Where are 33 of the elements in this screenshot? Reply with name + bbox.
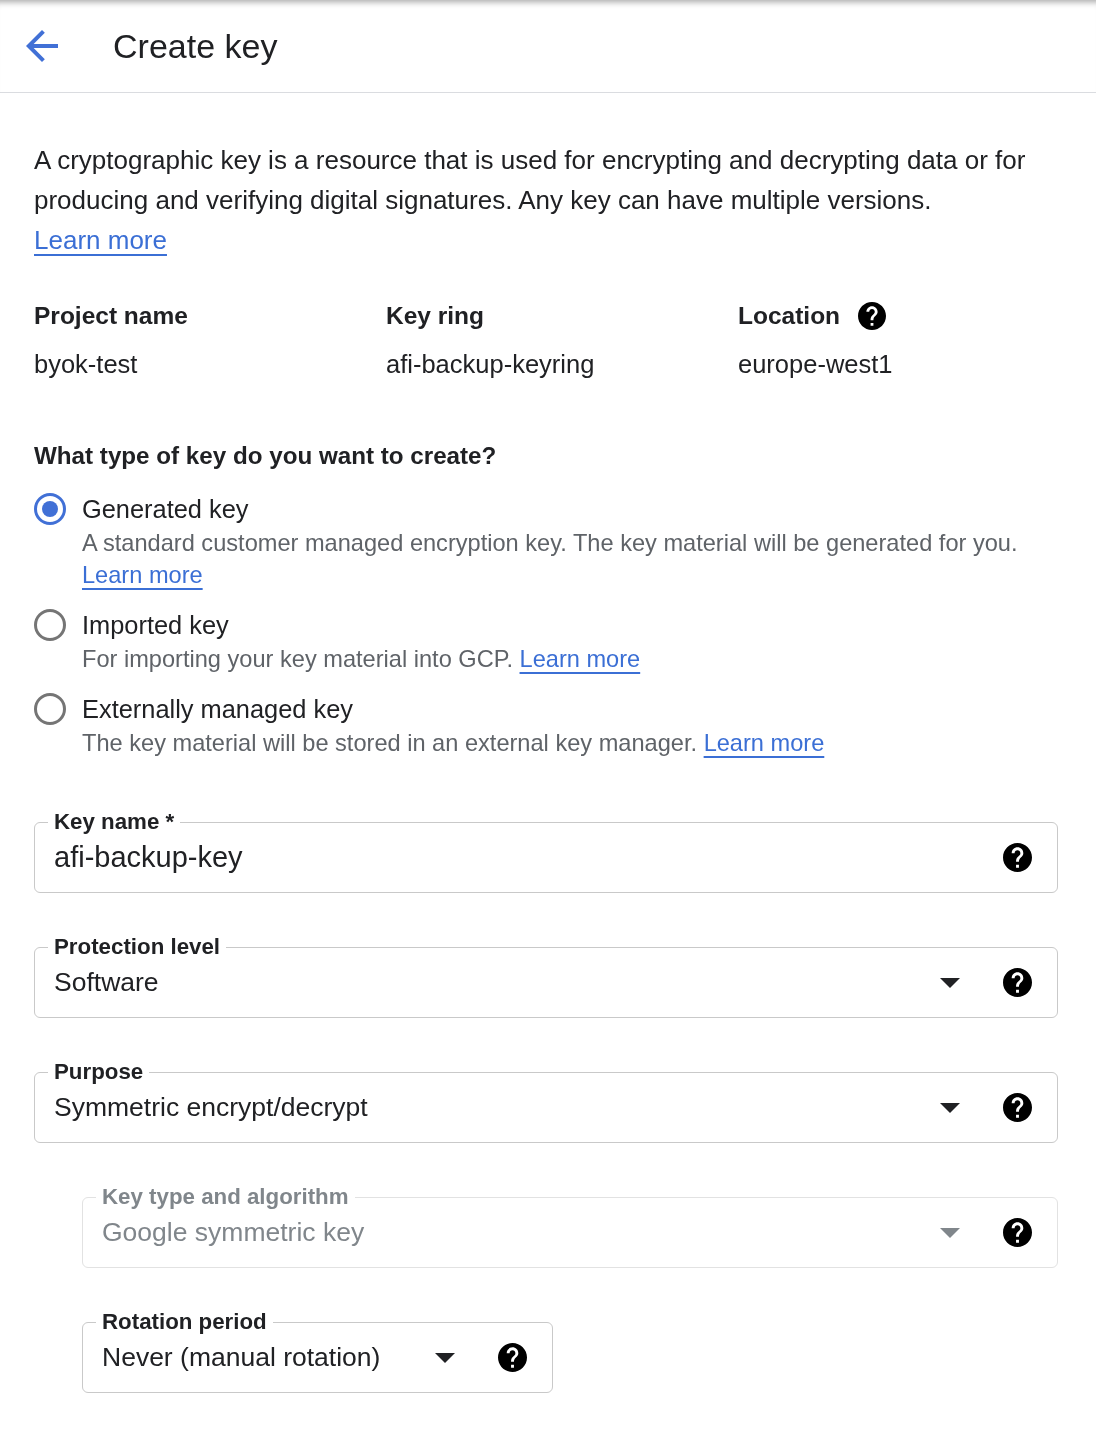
intro-text: A cryptographic key is a resource that is used for encrypting and decrypting data or for producing and verifying digital signatures. Any key can have multiple versions. xyxy=(34,144,1027,217)
learn-more-link[interactable]: Learn more xyxy=(519,646,641,672)
option-description: A standard customer managed encryption key. The key material will be generated for you. xyxy=(82,530,1018,556)
learn-more-link[interactable]: Learn more xyxy=(34,220,167,260)
detail-value: europe-west1 xyxy=(738,349,894,380)
caret-icon[interactable] xyxy=(940,1102,960,1113)
help-icon[interactable] xyxy=(858,302,887,330)
help-icon[interactable] xyxy=(1003,843,1032,872)
detail-value: byok-test xyxy=(34,349,139,380)
radio-button[interactable] xyxy=(34,609,66,641)
help-icon[interactable] xyxy=(1003,968,1032,997)
caret-icon[interactable] xyxy=(940,977,960,988)
radio-button[interactable] xyxy=(34,493,66,525)
field-value: Google symmetric key xyxy=(102,1215,366,1249)
option-label[interactable]: Imported key xyxy=(82,607,641,643)
option-description: For importing your key material into GCP. xyxy=(82,646,513,672)
learn-more-link[interactable]: Learn more xyxy=(703,730,825,756)
detail-label: Project name xyxy=(34,301,188,331)
learn-more-link[interactable]: Learn more xyxy=(82,562,203,588)
help-icon[interactable] xyxy=(1003,1093,1032,1122)
page-title: Create key xyxy=(113,26,278,66)
caret-icon[interactable] xyxy=(435,1352,455,1363)
detail-label: Location xyxy=(738,301,841,331)
option-label[interactable]: Generated key xyxy=(82,491,1058,527)
caret-icon xyxy=(940,1227,960,1238)
question-text: What type of key do you want to create? xyxy=(34,441,498,471)
detail-value: afi-backup-keyring xyxy=(386,349,596,380)
detail-label: Key ring xyxy=(386,301,485,331)
help-icon[interactable] xyxy=(498,1343,527,1372)
text-input[interactable]: afi-backup-key xyxy=(54,835,1003,880)
option-description: The key material will be stored in an external key manager. xyxy=(82,730,698,756)
option-label[interactable]: Externally managed key xyxy=(82,691,825,727)
radio-button[interactable] xyxy=(34,693,66,725)
